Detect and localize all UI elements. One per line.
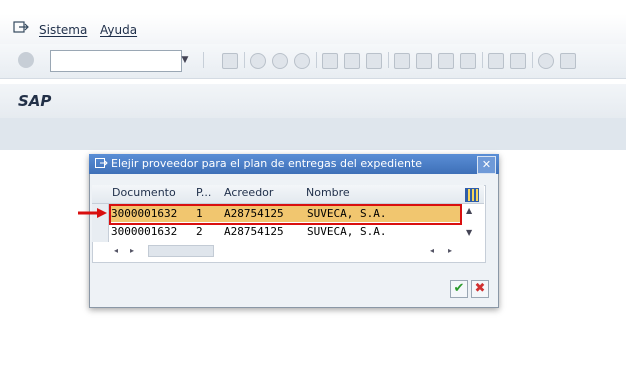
selected-row-highlight <box>109 204 462 225</box>
layout-menu-icon[interactable] <box>560 53 576 69</box>
scroll-left-icon[interactable]: ◂ <box>430 246 434 255</box>
toolbar-separator <box>203 52 204 68</box>
application-toolbar <box>0 118 626 150</box>
checkmark-icon: ✔ <box>453 281 465 296</box>
column-header-acreedor[interactable]: Acreedor <box>224 186 273 199</box>
toolbar-separator <box>316 52 317 68</box>
scroll-left-icon[interactable]: ◂ <box>114 246 118 255</box>
scroll-down-icon[interactable]: ▼ <box>466 228 472 237</box>
next-page-icon[interactable] <box>438 53 454 69</box>
dialog-window-icon <box>95 158 108 168</box>
scroll-right-icon[interactable]: ▸ <box>448 246 452 255</box>
menu-item-sistema[interactable]: Sistema <box>39 23 87 37</box>
scroll-right-icon[interactable]: ▸ <box>130 246 134 255</box>
column-header-documento[interactable]: Documento <box>112 186 176 199</box>
last-page-icon[interactable] <box>460 53 476 69</box>
previous-page-icon[interactable] <box>416 53 432 69</box>
cell-acreedor: A28754125 <box>224 225 284 238</box>
cell-nombre: SUVECA, S.A. <box>307 225 387 238</box>
command-field[interactable] <box>50 50 182 72</box>
scroll-up-icon[interactable]: ▲ <box>466 206 472 215</box>
toolbar-separator <box>482 52 483 68</box>
save-icon[interactable] <box>222 53 238 69</box>
find-icon[interactable] <box>344 53 360 69</box>
menu-item-ayuda[interactable]: Ayuda <box>100 23 137 37</box>
horizontal-scrollbar-thumb[interactable] <box>148 245 214 257</box>
red-arrow-icon <box>78 208 107 218</box>
back-icon[interactable] <box>250 53 266 69</box>
table-settings-icon[interactable] <box>465 188 479 202</box>
title-bar <box>0 84 626 118</box>
cancel-x-icon: ✖ <box>474 281 486 296</box>
find-next-icon[interactable] <box>366 53 382 69</box>
cancel-nav-icon[interactable] <box>294 53 310 69</box>
dialog-close-button[interactable]: ✕ <box>477 156 496 174</box>
exit-nav-icon[interactable] <box>272 53 288 69</box>
column-header-nombre[interactable]: Nombre <box>306 186 350 199</box>
command-dropdown-icon[interactable]: ▼ <box>178 50 192 70</box>
menu-bar <box>0 14 626 44</box>
enter-icon[interactable] <box>18 52 34 68</box>
confirm-button[interactable]: ✔ <box>450 280 468 298</box>
toolbar-separator <box>532 52 533 68</box>
cancel-button[interactable]: ✖ <box>471 280 489 298</box>
cell-posicion: 2 <box>196 225 203 238</box>
page-title: SAP <box>18 92 52 110</box>
cell-documento: 3000001632 <box>111 225 178 238</box>
toolbar-separator <box>244 52 245 68</box>
first-page-icon[interactable] <box>394 53 410 69</box>
toolbar-separator <box>388 52 389 68</box>
exit-icon[interactable] <box>13 20 29 34</box>
dialog-title: Elejir proveedor para el plan de entrega… <box>111 157 423 170</box>
new-session-icon[interactable] <box>488 53 504 69</box>
print-icon[interactable] <box>322 53 338 69</box>
shortcut-icon[interactable] <box>510 53 526 69</box>
column-header-posicion[interactable]: P... <box>196 186 211 199</box>
help-icon[interactable] <box>538 53 554 69</box>
close-icon: ✕ <box>481 158 492 171</box>
